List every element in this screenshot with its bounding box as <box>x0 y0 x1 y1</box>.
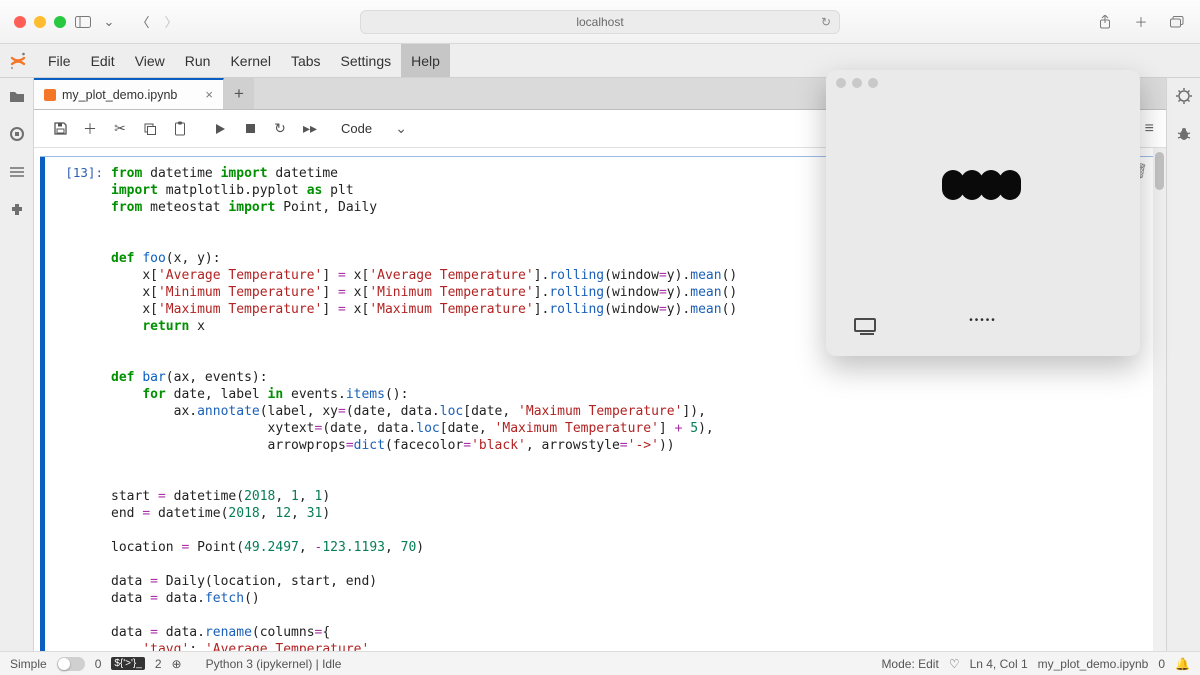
sidebar-toggle-icon[interactable] <box>74 13 92 31</box>
new-tab-icon[interactable]: ＋ <box>1132 13 1150 31</box>
status-bar: Simple 0 ${'>'}_ 2 ⊕ Python 3 (ipykernel… <box>0 651 1200 675</box>
nav-forward-icon[interactable]: 〉 <box>162 13 180 31</box>
overlay-graphic <box>945 170 1021 200</box>
property-inspector-icon[interactable] <box>1174 86 1194 106</box>
window-controls <box>14 16 66 28</box>
debugger-icon[interactable] <box>1174 124 1194 144</box>
insert-cell-button[interactable]: ＋ <box>76 115 104 143</box>
right-activity-bar <box>1166 78 1200 651</box>
tab-notebook[interactable]: my_plot_demo.ipynb × <box>34 78 224 109</box>
extensions-icon[interactable] <box>7 200 27 220</box>
menu-edit[interactable]: Edit <box>81 44 125 77</box>
toolbar-menu-icon[interactable]: ≡ <box>1145 120 1154 138</box>
status-count-2[interactable]: 2 <box>155 657 162 671</box>
menu-settings[interactable]: Settings <box>331 44 402 77</box>
status-right-count: 0 <box>1158 657 1165 671</box>
menu-view[interactable]: View <box>125 44 175 77</box>
scrollbar[interactable] <box>1153 148 1166 651</box>
jupyter-logo[interactable] <box>4 47 32 75</box>
window-minimize-button[interactable] <box>34 16 46 28</box>
editor-mode: Mode: Edit <box>881 657 938 671</box>
overlay-dots: ••••• <box>969 315 997 326</box>
trusted-shield-icon[interactable]: ♡ <box>949 657 960 671</box>
save-button[interactable] <box>46 115 74 143</box>
address-bar[interactable]: localhost ↻ <box>360 10 840 34</box>
menu-kernel[interactable]: Kernel <box>220 44 280 77</box>
simple-mode-label: Simple <box>10 657 47 671</box>
scrollbar-thumb[interactable] <box>1155 152 1164 190</box>
restart-button[interactable]: ↻ <box>266 115 294 143</box>
overlay-display-icon <box>854 318 876 332</box>
status-lsp-icon[interactable]: ⊕ <box>172 657 182 671</box>
notification-icon[interactable]: 🔔 <box>1175 657 1190 671</box>
restart-run-all-button[interactable]: ▸▸ <box>296 115 324 143</box>
tab-label: my_plot_demo.ipynb <box>62 88 177 102</box>
menu-run[interactable]: Run <box>175 44 221 77</box>
menu-help[interactable]: Help <box>401 44 450 77</box>
notebook-icon <box>44 89 56 101</box>
cursor-position: Ln 4, Col 1 <box>970 657 1028 671</box>
status-file-name[interactable]: my_plot_demo.ipynb <box>1038 657 1149 671</box>
interrupt-button[interactable] <box>236 115 264 143</box>
running-sessions-icon[interactable] <box>7 124 27 144</box>
run-button[interactable] <box>206 115 234 143</box>
left-activity-bar <box>0 78 34 651</box>
new-launcher-button[interactable]: + <box>224 78 254 109</box>
window-zoom-button[interactable] <box>54 16 66 28</box>
paste-button[interactable] <box>166 115 194 143</box>
overlay-window-controls[interactable] <box>836 78 878 88</box>
share-icon[interactable] <box>1096 13 1114 31</box>
toc-icon[interactable] <box>7 162 27 182</box>
nav-back-icon[interactable]: 〈 <box>134 13 152 31</box>
browser-titlebar: ⌄ 〈 〉 localhost ↻ ＋ <box>0 0 1200 44</box>
status-count-0[interactable]: 0 <box>95 657 102 671</box>
reload-icon[interactable]: ↻ <box>821 15 831 29</box>
simple-mode-toggle[interactable] <box>57 657 85 671</box>
address-text: localhost <box>576 15 623 29</box>
chevron-down-icon[interactable]: ⌄ <box>100 13 118 31</box>
window-close-button[interactable] <box>14 16 26 28</box>
cell-type-select[interactable]: Code <box>334 116 414 142</box>
kernel-status-text[interactable]: Python 3 (ipykernel) | Idle <box>206 657 342 671</box>
terminal-badge[interactable]: ${'>'}_ <box>111 657 144 670</box>
tab-close-icon[interactable]: × <box>205 87 213 102</box>
file-browser-icon[interactable] <box>7 86 27 106</box>
menu-file[interactable]: File <box>38 44 81 77</box>
tab-overview-icon[interactable] <box>1168 13 1186 31</box>
cut-button[interactable]: ✂ <box>106 115 134 143</box>
menu-tabs[interactable]: Tabs <box>281 44 331 77</box>
copy-button[interactable] <box>136 115 164 143</box>
overlay-window[interactable]: ••••• <box>826 70 1140 356</box>
cell-prompt: [13]: <box>45 157 111 651</box>
